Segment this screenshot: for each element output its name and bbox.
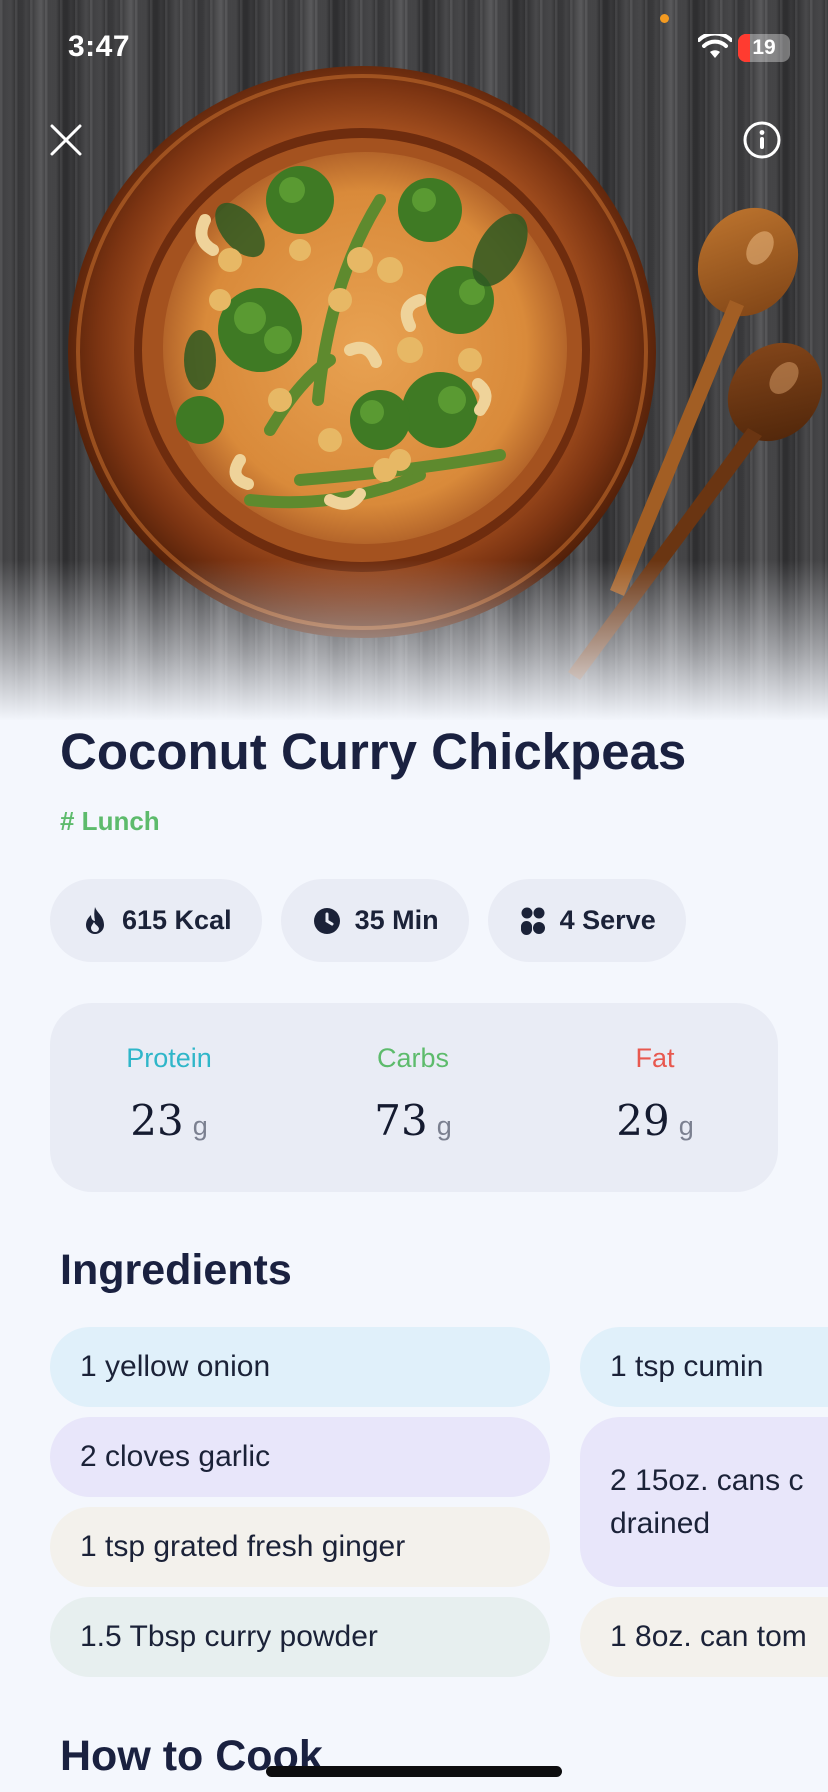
ingredient-label: 1 tsp cumin [610,1350,764,1383]
ingredient-label: 1 8oz. can tom [610,1620,807,1653]
ingredients-title: Ingredients [60,1246,292,1294]
servings-chip: 4 Serve [487,879,686,962]
recipe-detail-screen: 3:47 19 Coconut Curry Chickpeas # Lunch [0,0,828,1792]
clock-icon [313,907,340,934]
macro-fat-label: Fat [635,1043,675,1073]
recipe-title: Coconut Curry Chickpeas [60,723,687,780]
ingredient-label: 1 yellow onion [80,1350,271,1383]
close-button[interactable] [38,112,94,168]
ingredient-item[interactable]: 1 tsp cumin [580,1327,828,1407]
battery-icon: 19 [738,34,790,62]
macro-carbs-label: Carbs [376,1043,450,1073]
macros-card: Protein 23 g Carbs 73 g Fat 29 g [50,1003,778,1192]
wifi-icon [698,34,732,58]
battery-text: 19 [752,36,776,59]
ingredient-label: 2 cloves garlic [80,1440,271,1473]
calories-label: 615 Kcal [122,905,232,935]
close-icon [50,124,82,156]
privacy-indicator-dot [660,14,669,23]
ingredient-item[interactable]: 2 cloves garlic [50,1417,550,1497]
status-time: 3:47 [68,30,131,63]
info-icon [743,121,781,159]
ingredient-item[interactable]: 1.5 Tbsp curry powder [50,1597,550,1677]
recipe-tag[interactable]: # Lunch [60,806,160,837]
hero-image: 3:47 19 [0,0,828,720]
recipe-stats: 615 Kcal 35 Min 4 Serve [50,879,686,962]
macro-fat: Fat 29 g [555,1043,755,1145]
ingredient-item[interactable]: 1 tsp grated fresh ginger [50,1507,550,1587]
ingredient-label: 1 tsp grated fresh ginger [80,1530,406,1563]
ingredient-item[interactable]: 1 yellow onion [50,1327,550,1407]
macro-carbs-value: 73 [374,1096,428,1145]
macro-protein: Protein 23 g [69,1043,269,1145]
ingredient-label: 1.5 Tbsp curry powder [80,1620,378,1653]
calories-chip: 615 Kcal [50,879,262,962]
time-chip: 35 Min [280,879,469,962]
flame-icon [86,906,104,934]
ingredient-item[interactable]: 1 8oz. can tom [580,1597,828,1677]
ingredient-label: 2 15oz. cans c drained [610,1464,804,1540]
macro-carbs-unit: g [436,1111,452,1141]
macro-protein-unit: g [192,1111,208,1141]
servings-label: 4 Serve [559,905,656,935]
time-label: 35 Min [354,905,439,935]
macro-protein-label: Protein [126,1043,212,1073]
hero-fade [0,560,828,720]
home-indicator[interactable] [266,1766,562,1777]
ingredient-item[interactable]: 2 15oz. cans c drained [580,1417,828,1587]
macro-carbs: Carbs 73 g [313,1043,513,1145]
servings-icon [520,907,545,935]
macro-protein-value: 23 [130,1096,184,1145]
macro-fat-value: 29 [616,1096,670,1145]
macro-fat-unit: g [678,1111,694,1141]
info-button[interactable] [734,112,790,168]
